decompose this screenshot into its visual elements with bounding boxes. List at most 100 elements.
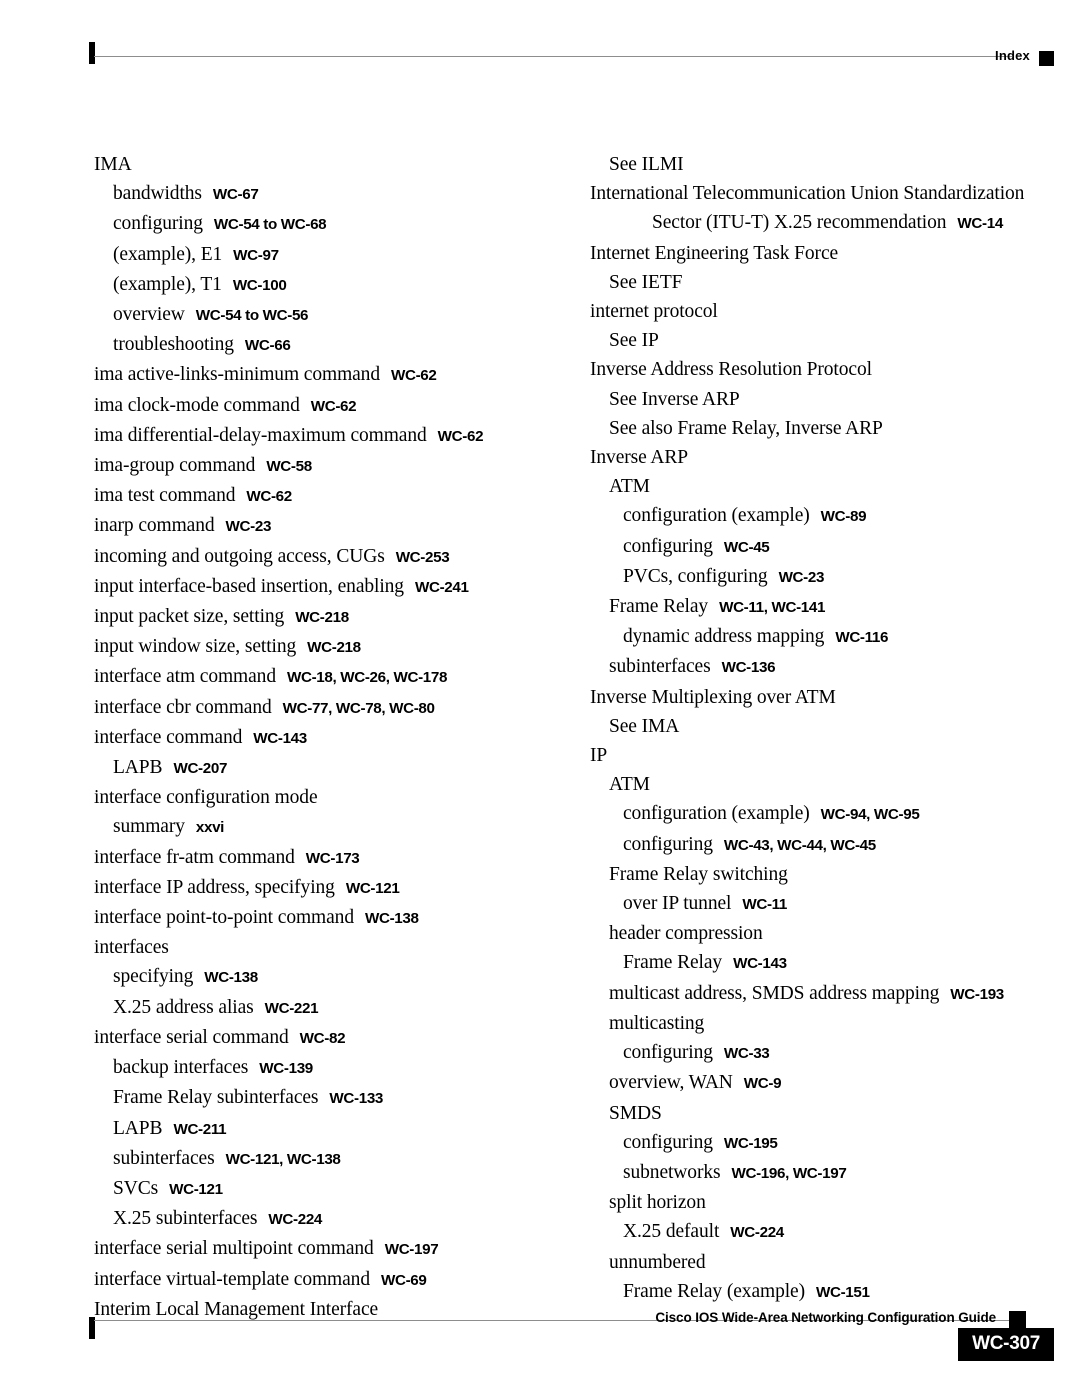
index-entry: ima clock-mode command WC-62 <box>94 391 564 421</box>
index-entry: (example), T1 WC-100 <box>113 270 564 300</box>
index-term: See ILMI <box>609 154 684 175</box>
index-entry: Frame Relay WC-11, WC-141 <box>609 592 1060 622</box>
index-term: interface serial command <box>94 1026 289 1048</box>
index-entry: bandwidths WC-67 <box>113 179 564 209</box>
index-page-refs: WC-253 <box>395 548 450 566</box>
index-page-refs: WC-121 <box>169 1180 223 1198</box>
index-page-refs: WC-66 <box>244 337 291 355</box>
index-entry: interface atm command WC-18, WC-26, WC-17… <box>94 662 564 692</box>
index-term: interface fr-atm command <box>94 846 295 868</box>
index-entry: interface command WC-143 <box>94 723 564 753</box>
index-term: X.25 subinterfaces <box>113 1208 258 1230</box>
index-entry: IP <box>590 741 1060 770</box>
index-term: Frame Relay subinterfaces <box>113 1087 319 1109</box>
index-page-refs: WC-14 <box>957 215 1003 233</box>
index-page-refs: xxvi <box>195 819 225 837</box>
index-entry: split horizon <box>609 1188 1060 1217</box>
index-term: ima-group command <box>94 455 256 477</box>
index-term: internet protocol <box>590 301 718 323</box>
index-entry: See also Frame Relay, Inverse ARP <box>609 414 1060 443</box>
index-page-refs: WC-54 to WC-56 <box>195 307 309 325</box>
index-term: Frame Relay <box>623 952 723 974</box>
index-term: interface command <box>94 726 243 748</box>
index-entry: inarp command WC-23 <box>94 511 564 541</box>
index-page-refs: WC-62 <box>246 488 292 506</box>
index-term: input interface-based insertion, enablin… <box>94 575 404 597</box>
index-term: (example), E1 <box>113 243 223 265</box>
index-page-refs: WC-23 <box>225 518 272 536</box>
index-entry: ima differential-delay-maximum command WC… <box>94 421 564 451</box>
index-entry: multicasting <box>609 1009 1060 1038</box>
index-entry: configuring WC-54 to WC-68 <box>113 209 564 239</box>
index-page-refs: WC-62 <box>437 427 484 445</box>
index-entry: Inverse Address Resolution Protocol <box>590 355 1060 384</box>
page-header: Index <box>0 0 1080 90</box>
index-page-refs: WC-43, WC-44, WC-45 <box>723 836 876 854</box>
index-page-refs: WC-18, WC-26, WC-178 <box>286 669 448 687</box>
index-entry: configuring WC-43, WC-44, WC-45 <box>623 830 1060 860</box>
index-entry: Frame Relay WC-143 <box>623 948 1060 978</box>
index-term: configuring <box>623 833 713 855</box>
index-term: Inverse Multiplexing over ATM <box>590 686 836 708</box>
index-term: subinterfaces <box>113 1147 215 1169</box>
index-entry: unnumbered <box>609 1248 1060 1277</box>
index-entry: configuration (example) WC-89 <box>623 501 1060 531</box>
index-page-refs: WC-221 <box>264 999 319 1017</box>
index-term: split horizon <box>609 1192 706 1214</box>
index-entry: See IMA <box>609 712 1060 741</box>
index-entry: SVCs WC-121 <box>113 1174 564 1204</box>
index-term: over IP tunnel <box>623 893 732 915</box>
index-term: header compression <box>609 923 763 945</box>
index-page-refs: WC-143 <box>253 729 307 747</box>
index-entry: overview WC-54 to WC-56 <box>113 300 564 330</box>
index-term: Inverse Address Resolution Protocol <box>590 359 872 381</box>
index-entry: interface fr-atm command WC-173 <box>94 843 564 873</box>
index-page-refs: WC-62 <box>391 367 437 385</box>
index-page-refs: WC-97 <box>233 246 279 264</box>
index-term: subnetworks <box>623 1161 721 1183</box>
index-entry: input window size, setting WC-218 <box>94 632 564 662</box>
index-entry: ima-group command WC-58 <box>94 451 564 481</box>
index-page-refs: WC-82 <box>299 1029 346 1047</box>
index-term: ima clock-mode command <box>94 394 300 416</box>
index-term: dynamic address mapping <box>623 626 825 648</box>
index-term: unnumbered <box>609 1251 706 1273</box>
index-term: See IETF <box>609 271 683 293</box>
index-term: configuring <box>113 213 203 235</box>
index-term: Internet Engineering Task Force <box>590 242 839 264</box>
crop-mark-top-left <box>89 42 95 64</box>
index-page-refs: WC-136 <box>721 659 776 677</box>
index-entry: interface serial command WC-82 <box>94 1023 564 1053</box>
index-entry: See IP <box>609 326 1060 355</box>
index-entry: configuration (example) WC-94, WC-95 <box>623 799 1060 829</box>
index-entry: interface cbr command WC-77, WC-78, WC-80 <box>94 693 564 723</box>
index-term: bandwidths <box>113 183 202 205</box>
index-entry: LAPB WC-211 <box>113 1114 564 1144</box>
index-page-refs: WC-241 <box>414 578 469 596</box>
index-page-refs: WC-218 <box>295 609 349 627</box>
index-entry: summary xxvi <box>113 812 564 842</box>
index-page-refs: WC-138 <box>204 969 258 987</box>
index-term: ima active-links-minimum command <box>94 364 380 386</box>
index-page-refs: WC-9 <box>743 1075 782 1093</box>
index-page-refs: WC-33 <box>723 1045 770 1063</box>
index-entry: configuring WC-195 <box>623 1128 1060 1158</box>
index-entry: Inverse ARP <box>590 443 1060 472</box>
index-page-refs: WC-143 <box>733 955 787 973</box>
index-term: specifying <box>113 966 194 988</box>
index-term: ATM <box>609 476 650 498</box>
index-entry: input interface-based insertion, enablin… <box>94 572 564 602</box>
index-entry: input packet size, setting WC-218 <box>94 602 564 632</box>
index-page-refs: WC-69 <box>380 1271 427 1289</box>
index-entry: Inverse Multiplexing over ATM <box>590 683 1060 712</box>
index-page-refs: WC-100 <box>232 276 287 294</box>
index-term: (example), T1 <box>113 273 222 295</box>
index-term: See IP <box>609 330 659 352</box>
index-term: interfaces <box>94 937 169 959</box>
index-term: troubleshooting <box>113 334 234 356</box>
index-entry: over IP tunnel WC-11 <box>623 889 1060 919</box>
index-page-refs: WC-89 <box>820 508 867 526</box>
index-page-refs: WC-218 <box>307 639 361 657</box>
index-entry: multicast address, SMDS address mapping W… <box>609 979 1060 1009</box>
black-square-icon <box>1009 1311 1026 1328</box>
